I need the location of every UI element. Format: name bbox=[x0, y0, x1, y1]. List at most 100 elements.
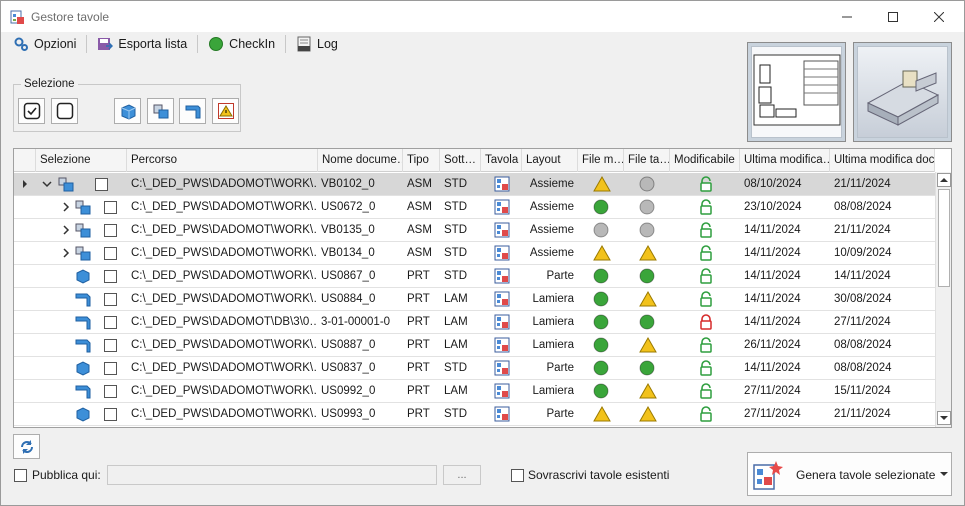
drawing-icon[interactable] bbox=[494, 222, 510, 238]
table-row[interactable]: C:\_DED_PWS\DADOMOT\DB\3\0… 3-01-00001-0 P… bbox=[14, 311, 935, 334]
drawing-icon[interactable] bbox=[494, 245, 510, 261]
status-dot-icon bbox=[593, 268, 611, 284]
select-sheetmetal-button[interactable] bbox=[179, 98, 206, 124]
scrollbar-thumb[interactable] bbox=[938, 189, 950, 287]
browse-button[interactable]: ... bbox=[443, 465, 481, 485]
drawing-icon[interactable] bbox=[494, 291, 510, 307]
column-header[interactable]: Modificabile bbox=[670, 149, 740, 172]
maximize-button[interactable] bbox=[870, 1, 916, 32]
column-header[interactable]: Selezione bbox=[36, 149, 127, 172]
drawing-icon[interactable] bbox=[494, 337, 510, 353]
row-checkbox[interactable] bbox=[104, 224, 117, 237]
table-row[interactable]: C:\_DED_PWS\DADOMOT\WORK\… US0993_0 PRT STD… bbox=[14, 403, 935, 426]
log-button[interactable]: Log bbox=[292, 34, 342, 54]
drawing-icon[interactable] bbox=[494, 360, 510, 376]
table-row[interactable]: C:\_DED_PWS\DADOMOT\WORK\… VB0102_0 ASM STD… bbox=[14, 173, 935, 196]
warning-icon bbox=[639, 290, 657, 307]
select-warnings-button[interactable] bbox=[212, 98, 239, 124]
row-checkbox[interactable] bbox=[104, 247, 117, 260]
document-name-cell: US0672_0 bbox=[321, 201, 376, 213]
row-checkbox[interactable] bbox=[95, 178, 108, 191]
scroll-down-button[interactable] bbox=[937, 411, 951, 425]
vertical-scrollbar[interactable] bbox=[935, 172, 951, 427]
drawing-icon[interactable] bbox=[494, 176, 510, 192]
deselect-all-button[interactable] bbox=[51, 98, 78, 124]
select-assemblies-button[interactable] bbox=[147, 98, 174, 124]
row-checkbox[interactable] bbox=[104, 339, 117, 352]
drawing-icon[interactable] bbox=[494, 268, 510, 284]
genera-tavole-button[interactable]: Genera tavole selezionate bbox=[747, 452, 937, 496]
column-header[interactable]: Ultima modifica… bbox=[740, 149, 830, 172]
select-all-button[interactable] bbox=[18, 98, 45, 124]
column-header[interactable]: Ultima modifica doc bbox=[830, 149, 935, 172]
model-preview-thumbnail[interactable] bbox=[853, 42, 952, 142]
opzioni-button[interactable]: Opzioni bbox=[9, 34, 80, 54]
column-header[interactable]: File m… bbox=[578, 149, 624, 172]
drawing-icon[interactable] bbox=[494, 406, 510, 422]
esporta-lista-button[interactable]: Esporta lista bbox=[93, 34, 191, 54]
type-cell: PRT bbox=[407, 408, 430, 420]
document-name-cell: US0887_0 bbox=[321, 339, 376, 351]
publish-path-input[interactable] bbox=[107, 465, 437, 485]
toolbar-separator bbox=[285, 35, 287, 53]
table-row[interactable]: C:\_DED_PWS\DADOMOT\WORK\… VB0135_0 ASM STD… bbox=[14, 219, 935, 242]
selezione-legend: Selezione bbox=[21, 78, 78, 90]
drawing-icon[interactable] bbox=[494, 383, 510, 399]
row-checkbox[interactable] bbox=[104, 408, 117, 421]
status-dot-icon bbox=[593, 383, 611, 399]
table-row[interactable]: C:\_DED_PWS\DADOMOT\WORK\… VB0134_0 ASM STD… bbox=[14, 242, 935, 265]
pubblica-checkbox[interactable] bbox=[14, 469, 27, 482]
chevron-down-icon[interactable] bbox=[42, 177, 58, 193]
subtype-cell: STD bbox=[444, 178, 467, 190]
minimize-button[interactable] bbox=[824, 1, 870, 32]
table-row[interactable]: C:\_DED_PWS\DADOMOT\WORK\… US0867_0 PRT STD… bbox=[14, 265, 935, 288]
row-checkbox[interactable] bbox=[104, 385, 117, 398]
row-checkbox[interactable] bbox=[104, 362, 117, 375]
path-cell: C:\_DED_PWS\DADOMOT\WORK\… bbox=[131, 362, 317, 374]
select-parts-button[interactable] bbox=[114, 98, 141, 124]
column-header[interactable]: Tavola bbox=[481, 149, 522, 172]
table-row[interactable]: C:\_DED_PWS\DADOMOT\WORK\… US0837_0 PRT STD… bbox=[14, 357, 935, 380]
column-header[interactable]: Tipo bbox=[403, 149, 440, 172]
sheet-metal-icon bbox=[75, 314, 91, 330]
toolbar-separator bbox=[197, 35, 199, 53]
last-modified-cell: 14/11/2024 bbox=[744, 224, 801, 236]
subtype-cell: STD bbox=[444, 247, 467, 259]
last-modified-cell: 14/11/2024 bbox=[744, 362, 801, 374]
column-header[interactable]: Nome docume… bbox=[318, 149, 403, 172]
column-header[interactable]: Layout bbox=[522, 149, 578, 172]
table-row[interactable]: C:\_DED_PWS\DADOMOT\WORK\… US0992_0 PRT LAM… bbox=[14, 380, 935, 403]
table-row[interactable]: C:\_DED_PWS\DADOMOT\WORK\… US0884_0 PRT LAM… bbox=[14, 288, 935, 311]
row-checkbox[interactable] bbox=[104, 316, 117, 329]
genera-dropdown-arrow[interactable] bbox=[936, 452, 952, 496]
scroll-up-button[interactable] bbox=[937, 173, 951, 187]
column-header[interactable]: File ta… bbox=[624, 149, 670, 172]
layout-cell: Lamiera bbox=[532, 316, 574, 328]
row-checkbox[interactable] bbox=[104, 293, 117, 306]
last-modified-cell: 14/11/2024 bbox=[744, 293, 801, 305]
drawing-icon[interactable] bbox=[494, 199, 510, 215]
path-cell: C:\_DED_PWS\DADOMOT\WORK\… bbox=[131, 270, 317, 282]
last-modified-cell: 27/11/2024 bbox=[744, 408, 801, 420]
refresh-button[interactable] bbox=[13, 434, 40, 459]
checkin-button[interactable]: CheckIn bbox=[204, 34, 279, 54]
assembly-icon bbox=[75, 222, 91, 238]
document-name-cell: 3-01-00001-0 bbox=[321, 316, 391, 328]
close-button[interactable] bbox=[916, 1, 962, 32]
last-modified-doc-cell: 27/11/2024 bbox=[834, 316, 891, 328]
subtype-cell: STD bbox=[444, 408, 467, 420]
drawing-icon[interactable] bbox=[494, 314, 510, 330]
table-row[interactable]: C:\_DED_PWS\DADOMOT\WORK\… US0672_0 ASM STD… bbox=[14, 196, 935, 219]
row-checkbox[interactable] bbox=[104, 201, 117, 214]
row-checkbox[interactable] bbox=[104, 270, 117, 283]
assembly-icon bbox=[153, 104, 168, 119]
table-row[interactable]: C:\_DED_PWS\DADOMOT\WORK\… US0887_0 PRT LAM… bbox=[14, 334, 935, 357]
column-header[interactable]: Sott… bbox=[440, 149, 481, 172]
sovrascrivi-checkbox[interactable] bbox=[511, 469, 524, 482]
type-cell: PRT bbox=[407, 316, 430, 328]
genera-tavole-label: Genera tavole selezionate bbox=[796, 468, 936, 482]
warning-icon bbox=[639, 336, 657, 353]
column-header[interactable]: Percorso bbox=[127, 149, 318, 172]
chevron-down-icon bbox=[940, 416, 948, 420]
drawing-preview-thumbnail[interactable] bbox=[747, 42, 846, 142]
